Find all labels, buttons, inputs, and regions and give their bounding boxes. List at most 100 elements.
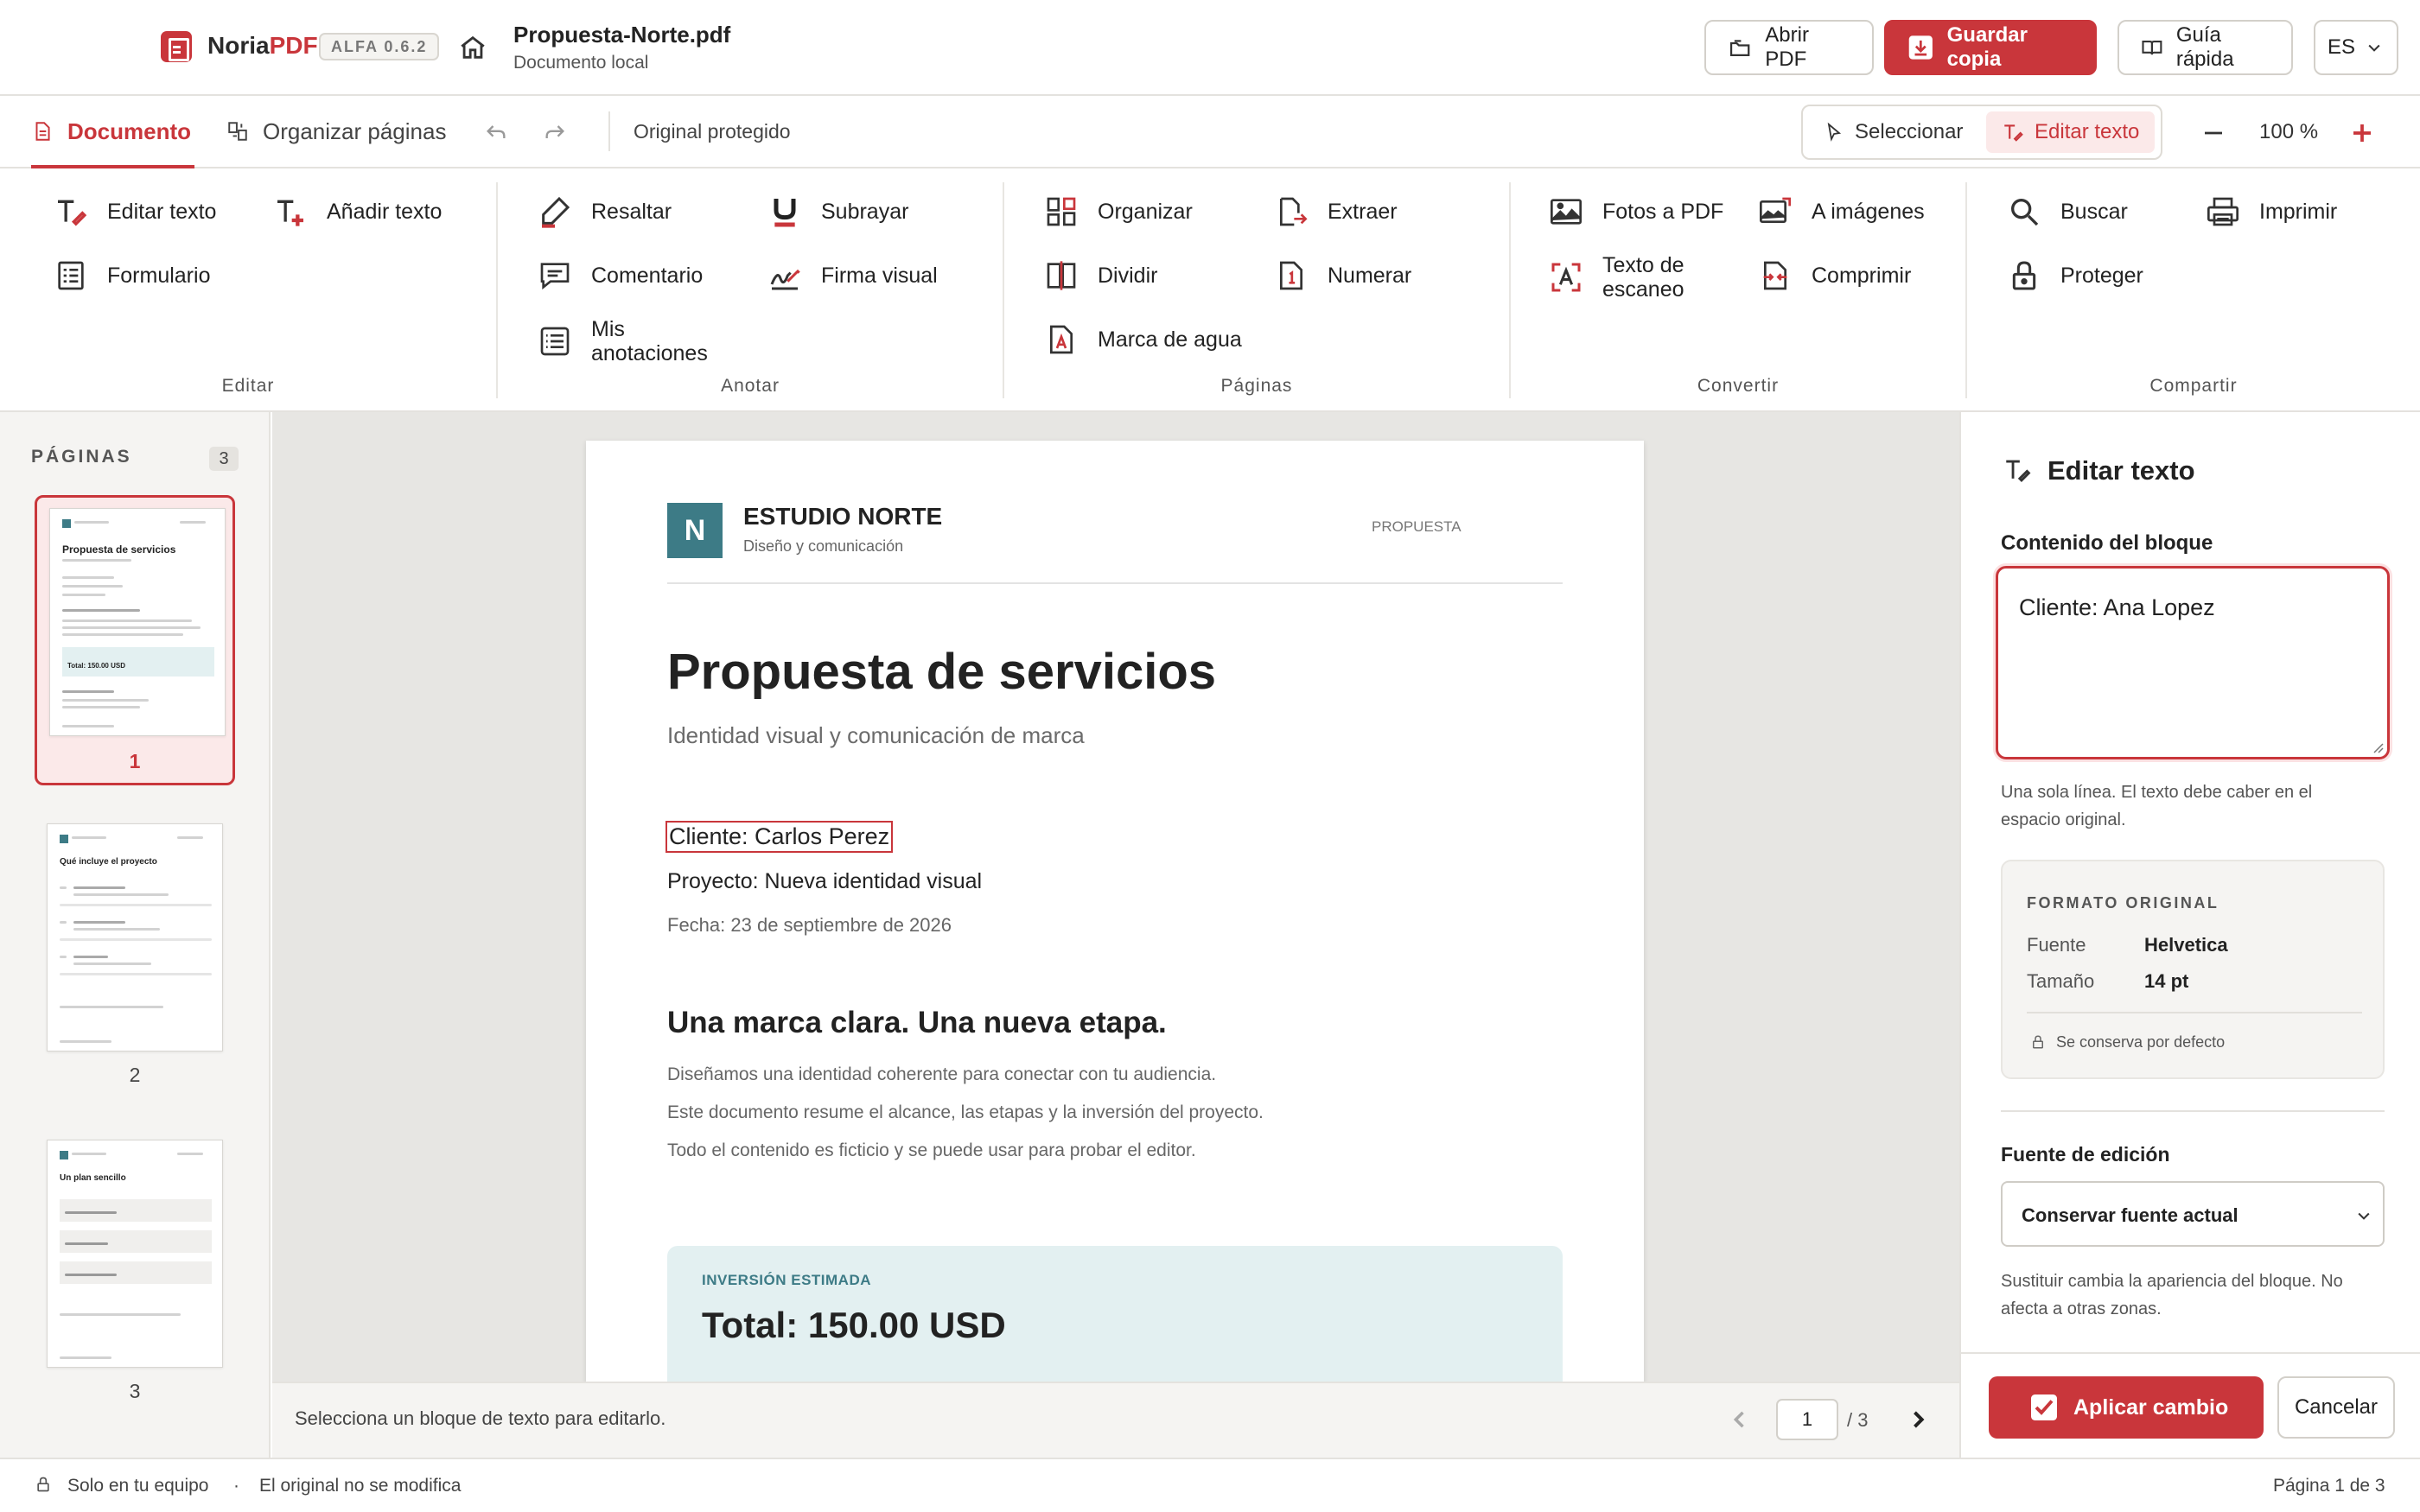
comment-icon <box>540 263 570 290</box>
project-line[interactable]: Proyecto: Nueva identidad visual <box>667 869 982 894</box>
photos-to-pdf-tool[interactable]: Fotos a PDF <box>1549 194 1723 229</box>
protect-tool[interactable]: Proteger <box>2007 258 2143 293</box>
book-icon <box>2142 40 2162 55</box>
content-label: Contenido del bloque <box>2001 531 2213 555</box>
edit-text-mode-button[interactable]: Editar texto <box>1986 111 2156 153</box>
organize-tool[interactable]: Organizar <box>1044 194 1193 229</box>
textarea-value: Cliente: Ana Lopez <box>2019 594 2215 620</box>
section-heading[interactable]: Una marca clara. Una nueva etapa. <box>667 1006 1167 1040</box>
ribbon-group-anotar: Anotar <box>721 376 780 396</box>
body-paragraph[interactable]: Todo el contenido es ficticio y se puede… <box>667 1140 1196 1161</box>
watermark-tool[interactable]: Marca de agua <box>1044 322 1242 357</box>
status-hint: Selecciona un bloque de texto para edita… <box>295 1407 666 1429</box>
zoom-out-icon[interactable] <box>2200 120 2226 146</box>
document-icon <box>35 122 50 141</box>
cancel-button[interactable]: Cancelar <box>2277 1376 2395 1439</box>
doc-title[interactable]: Propuesta de servicios <box>667 643 1216 701</box>
images-icon <box>1760 197 1791 223</box>
save-copy-button[interactable]: Guardar copia <box>1884 20 2097 75</box>
body-paragraph[interactable]: Diseñamos una identidad coherente para c… <box>667 1064 1216 1085</box>
edit-font-label: Fuente de edición <box>2001 1143 2170 1166</box>
canvas-status-bar: Selecciona un bloque de texto para edita… <box>272 1382 1959 1458</box>
extract-tool[interactable]: Extraer <box>1274 194 1398 229</box>
original-note: El original no se modifica <box>259 1476 462 1496</box>
page-number-input[interactable]: 1 <box>1776 1399 1838 1440</box>
zoom-level: 100 % <box>2259 120 2319 143</box>
divider <box>2027 1012 2362 1013</box>
doc-subtitle[interactable]: Identidad visual y comunicación de marca <box>667 722 1085 749</box>
format-title: FORMATO ORIGINAL <box>2027 894 2219 912</box>
thumbnail-preview: Propuesta de servicios Total: 150.00 USD <box>49 508 226 736</box>
compress-tool[interactable]: Comprimir <box>1758 258 1911 293</box>
resize-handle-icon[interactable] <box>2370 740 2384 753</box>
date-line[interactable]: Fecha: 23 de septiembre de 2026 <box>667 914 952 937</box>
next-page-icon[interactable] <box>1906 1407 1930 1432</box>
number-tool[interactable]: Numerar <box>1274 258 1411 293</box>
page-number: 1 <box>129 750 141 772</box>
document-title: Propuesta-Norte.pdf <box>513 22 731 48</box>
page-indicator: Página 1 de 3 <box>2273 1476 2385 1496</box>
tab-documento[interactable]: Documento <box>31 96 194 168</box>
open-pdf-button[interactable]: Abrir PDF <box>1704 20 1874 75</box>
divider <box>1965 182 1967 398</box>
doc-type-label: PROPUESTA <box>1372 518 1462 535</box>
print-tool[interactable]: Imprimir <box>2206 194 2337 229</box>
header-rule <box>667 582 1563 584</box>
apply-change-button[interactable]: Aplicar cambio <box>1989 1376 2264 1439</box>
edit-text-tool[interactable]: Editar texto <box>54 194 216 229</box>
list-icon <box>540 327 570 356</box>
quick-guide-button[interactable]: Guía rápida <box>2118 20 2293 75</box>
edit-font-select[interactable]: Conservar fuente actual <box>2001 1181 2385 1247</box>
highlight-tool[interactable]: Resaltar <box>538 194 672 229</box>
page-thumbnail-2[interactable]: Qué incluye el proyecto 2 <box>35 811 235 1086</box>
document-subtitle: Documento local <box>513 53 649 73</box>
selected-text-block[interactable]: Cliente: Carlos Perez <box>666 821 894 853</box>
to-images-tool[interactable]: A imágenes <box>1758 194 1925 229</box>
my-annotations-tool[interactable]: Mis anotaciones <box>538 317 708 365</box>
page-thumbnail-1[interactable]: Propuesta de servicios Total: 150.00 USD… <box>35 495 235 785</box>
redo-icon[interactable] <box>543 120 567 144</box>
watermark-icon <box>1050 325 1073 354</box>
page-number-icon <box>1280 261 1302 290</box>
company-name: ESTUDIO NORTE <box>743 503 943 530</box>
form-tool[interactable]: Formulario <box>54 258 210 293</box>
edit-text-icon <box>2004 124 2023 142</box>
size-value: 14 pt <box>2144 970 2189 992</box>
ribbon-group-convertir: Convertir <box>1697 376 1780 396</box>
signature-tool[interactable]: Firma visual <box>767 258 938 293</box>
lock-icon <box>2012 261 2036 290</box>
scan-text-tool[interactable]: Texto de escaneo <box>1549 253 1684 302</box>
local-only-note: Solo en tu equipo <box>67 1476 209 1496</box>
comment-tool[interactable]: Comentario <box>538 258 703 293</box>
block-content-textarea[interactable]: Cliente: Ana Lopez <box>1996 566 2390 759</box>
home-icon[interactable] <box>458 33 487 62</box>
search-tool[interactable]: Buscar <box>2007 194 2128 229</box>
panel-actions: Aplicar cambio Cancelar <box>1961 1352 2420 1458</box>
split-tool[interactable]: Dividir <box>1044 258 1157 293</box>
investment-total[interactable]: Total: 150.00 USD <box>702 1305 1006 1346</box>
body-paragraph[interactable]: Este documento resume el alcance, las et… <box>667 1102 1264 1123</box>
split-icon <box>1047 261 1076 290</box>
zoom-in-icon[interactable] <box>2349 120 2375 146</box>
underline-tool[interactable]: Subrayar <box>767 194 908 229</box>
extract-icon <box>1280 197 1308 226</box>
panel-title: Editar texto <box>2047 455 2195 486</box>
edit-text-icon <box>58 200 87 226</box>
pages-panel-title: PÁGINAS <box>31 447 132 467</box>
investment-box: INVERSIÓN ESTIMADA Total: 150.00 USD <box>667 1246 1563 1382</box>
divider <box>1509 182 1511 398</box>
page-number: 3 <box>129 1380 141 1402</box>
document-canvas: N ESTUDIO NORTE Diseño y comunicación PR… <box>272 412 1959 1382</box>
divider <box>608 111 610 151</box>
undo-icon[interactable] <box>484 120 508 144</box>
select-mode-button[interactable]: Seleccionar <box>1808 111 1978 153</box>
previous-page-icon[interactable] <box>1728 1407 1752 1432</box>
investment-label[interactable]: INVERSIÓN ESTIMADA <box>702 1272 871 1289</box>
tab-organizar-paginas[interactable]: Organizar páginas <box>226 96 446 167</box>
page-thumbnail-3[interactable]: Un plan sencillo 3 <box>35 1128 235 1402</box>
ribbon: Editar texto Añadir texto Formulario Edi… <box>0 168 2420 412</box>
add-text-tool[interactable]: Añadir texto <box>273 194 442 229</box>
preserved-note: Se conserva por defecto <box>2056 1033 2226 1051</box>
download-icon <box>1908 35 1933 60</box>
language-select[interactable]: ES <box>2314 20 2398 75</box>
